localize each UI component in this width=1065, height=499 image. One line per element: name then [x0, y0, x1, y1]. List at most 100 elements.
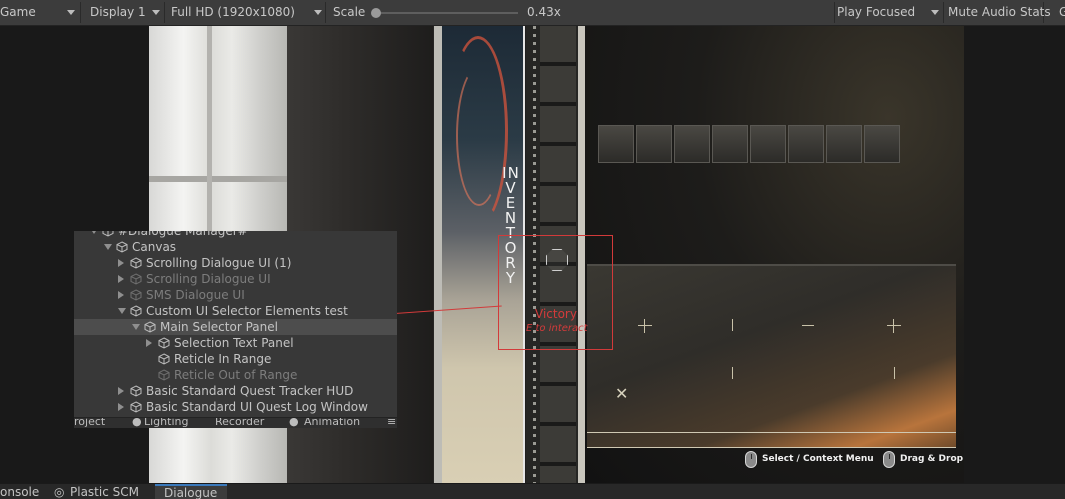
toolbar-divider — [325, 2, 326, 23]
stats-toggle[interactable]: Stats — [1020, 0, 1051, 25]
hierarchy-row[interactable]: SMS Dialogue UI — [74, 287, 397, 303]
hierarchy-row-label: Canvas — [132, 240, 177, 254]
hierarchy-row[interactable]: Basic Standard Quest Tracker HUD — [74, 383, 397, 399]
tab-recorder[interactable]: Recorder — [215, 418, 264, 428]
hierarchy-row-label: Reticle In Range — [174, 352, 272, 366]
gizmos-toggle[interactable]: G — [1059, 0, 1065, 25]
gameobject-cube-icon — [158, 353, 170, 365]
inventory-slot[interactable] — [636, 125, 672, 163]
game-view-toolbar: Game Display 1 Full HD (1920x1080) Scale… — [0, 0, 1065, 26]
inventory-slot[interactable] — [864, 125, 900, 163]
tab-animation[interactable]: Animation — [304, 418, 360, 428]
plastic-scm-icon: ◎ — [54, 485, 65, 499]
scale-value: 0.43x — [527, 5, 561, 19]
foldout-collapsed-icon[interactable] — [146, 339, 152, 347]
toolbar-divider — [943, 2, 944, 23]
foldout-collapsed-icon[interactable] — [118, 291, 124, 299]
hierarchy-row[interactable]: #Dialogue Manager# — [74, 231, 397, 239]
guide-tick — [732, 319, 733, 331]
mute-audio-toggle[interactable]: Mute Audio — [948, 0, 1016, 25]
gameobject-cube-icon — [158, 369, 170, 381]
hierarchy-row[interactable]: Main Selector Panel — [74, 319, 397, 335]
game-view-dropdown-label[interactable]: Game — [0, 0, 36, 25]
hierarchy-row[interactable]: Basic Standard UI Quest Log Window — [74, 399, 397, 415]
toolbar-divider — [834, 2, 835, 23]
foldout-collapsed-icon[interactable] — [118, 387, 124, 395]
hierarchy-panel: Basic Standard UI Quest Log Window Basic … — [74, 231, 397, 428]
foldout-expanded-icon[interactable] — [104, 244, 112, 250]
inventory-slot[interactable] — [750, 125, 786, 163]
hierarchy-row-label: Basic Standard UI Quest Log Window — [146, 400, 368, 414]
crosshair-icon — [887, 319, 901, 333]
foldout-collapsed-icon[interactable] — [118, 403, 124, 411]
guide-tick — [732, 367, 733, 379]
selector-interact-prompt: E to interact — [526, 323, 588, 334]
tab-plastic-scm[interactable]: Plastic SCM — [70, 484, 139, 499]
hierarchy-row[interactable]: Reticle Out of Range — [74, 367, 397, 383]
inventory-slot[interactable] — [712, 125, 748, 163]
inventory-slot[interactable] — [826, 125, 862, 163]
hierarchy-row[interactable]: Canvas — [74, 239, 397, 255]
gameobject-cube-icon — [130, 401, 142, 413]
resolution-dropdown[interactable]: Full HD (1920x1080) — [171, 0, 295, 25]
hierarchy-row[interactable]: Scrolling Dialogue UI — [74, 271, 397, 287]
hint-select-context-menu: Select / Context Menu — [762, 454, 874, 464]
chevron-down-icon[interactable] — [931, 10, 939, 15]
scene-preview-panel — [587, 264, 956, 448]
chevron-down-icon[interactable] — [152, 10, 160, 15]
inventory-slot[interactable] — [598, 125, 634, 163]
inventory-slot[interactable] — [674, 125, 710, 163]
scale-slider-track[interactable] — [376, 12, 518, 14]
chevron-down-icon[interactable] — [314, 10, 322, 15]
gameobject-cube-icon — [102, 231, 114, 237]
gameobject-cube-icon — [130, 257, 142, 269]
hierarchy-row-label: Basic Standard Quest Tracker HUD — [146, 384, 354, 398]
preview-guide-lines — [587, 432, 956, 448]
tab-console[interactable]: onsole — [0, 484, 39, 499]
foldout-expanded-icon[interactable] — [90, 231, 98, 234]
gameobject-cube-icon — [116, 241, 128, 253]
toolbar-divider — [164, 2, 165, 23]
gameobject-cube-icon — [130, 305, 142, 317]
editor-tab-strip: roject ● Lighting Recorder ● Animation ≡ — [74, 417, 397, 428]
tab-lighting[interactable]: Lighting — [144, 418, 188, 428]
scale-label: Scale — [333, 5, 366, 19]
foldout-expanded-icon[interactable] — [132, 324, 140, 330]
bottom-tab-bar: onsole ◎ Plastic SCM Dialogue — [0, 483, 1065, 499]
guide-tick — [894, 367, 895, 379]
hierarchy-row-label: Main Selector Panel — [160, 320, 278, 334]
window-frame — [207, 26, 212, 236]
foldout-expanded-icon[interactable] — [118, 308, 126, 314]
hierarchy-row[interactable]: Reticle In Range — [74, 351, 397, 367]
gameobject-cube-icon — [158, 337, 170, 349]
selector-target-name: Victory — [535, 307, 577, 321]
hint-drag-and-drop: Drag & Drop — [900, 454, 964, 464]
foldout-collapsed-icon[interactable] — [118, 259, 124, 267]
play-mode-dropdown[interactable]: Play Focused — [837, 0, 915, 25]
inventory-slot[interactable] — [788, 125, 824, 163]
scale-slider-handle[interactable] — [371, 8, 381, 18]
foldout-collapsed-icon[interactable] — [118, 275, 124, 283]
gameobject-cube-icon — [144, 321, 156, 333]
hierarchy-row[interactable]: Selection Text Panel — [74, 335, 397, 351]
gameobject-cube-icon — [130, 385, 142, 397]
chevron-down-icon[interactable] — [67, 10, 75, 15]
tab-dialogue[interactable]: Dialogue — [155, 484, 227, 499]
menu-icon[interactable]: ≡ — [387, 418, 396, 428]
guide-tick — [802, 325, 814, 326]
decorative-swirl — [456, 66, 502, 206]
animation-icon: ● — [289, 417, 299, 428]
game-view[interactable]: ✕ INVENTORY Select / Context Menu Drag &… — [0, 26, 1065, 483]
toolbar-divider — [80, 2, 81, 23]
gameobject-cube-icon — [130, 273, 142, 285]
hierarchy-row[interactable]: Scrolling Dialogue UI (1) — [74, 255, 397, 271]
hierarchy-row-label: Scrolling Dialogue UI — [146, 272, 271, 286]
inventory-frame — [434, 26, 442, 483]
hierarchy-row-label: Selection Text Panel — [174, 336, 294, 350]
tab-project[interactable]: roject — [74, 418, 105, 428]
lighting-icon: ● — [132, 417, 142, 428]
window-frame — [149, 176, 287, 182]
hierarchy-row[interactable]: Custom UI Selector Elements test — [74, 303, 397, 319]
mouse-icon — [745, 451, 757, 468]
display-dropdown[interactable]: Display 1 — [90, 0, 146, 25]
